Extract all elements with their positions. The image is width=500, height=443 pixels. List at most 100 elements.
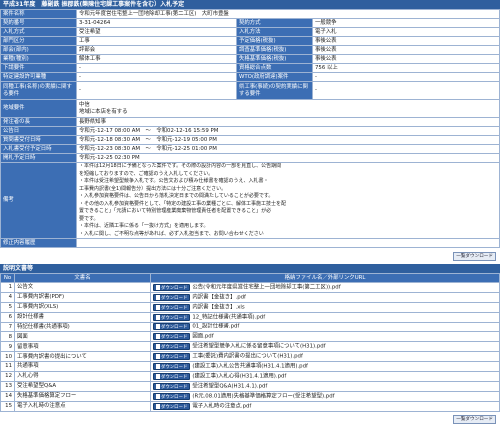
- document-icon: [156, 373, 160, 379]
- doc-file-cell: ダウンロード 公告(令和元年度県営住宅整上一団地除却工事(第二工区)).pdf: [150, 282, 500, 293]
- download-button[interactable]: ダウンロード: [153, 382, 191, 390]
- info-value: 令和元-12-25 02:30 PM: [76, 153, 500, 163]
- info-value: -: [76, 72, 237, 82]
- info-label: 開札予定日時: [0, 153, 77, 163]
- info-row: 地域要件 中信 地域に本店を有する: [0, 99, 500, 118]
- doc-no: 7: [0, 321, 15, 333]
- remarks-text: ・本件は12月18日に予備となった案件です。その際の設計内容の一部を見直し、公告…: [76, 162, 500, 239]
- download-label: ダウンロード: [161, 374, 188, 380]
- docs-table: No 文書名 格納ファイル名／外部リンクURL 1 公告文 ダウンロード 公告(令和元…: [0, 273, 500, 412]
- doc-name: 電子入札時の注意点: [14, 400, 151, 412]
- download-button[interactable]: ダウンロード: [153, 313, 191, 321]
- download-button[interactable]: ダウンロード: [153, 333, 191, 341]
- doc-file-name: 電子入札時の注意点.pdf: [192, 402, 252, 409]
- info-value: 令和元年度営住宅整上一団地除却工事(第二工区) 大町市豊盤: [76, 9, 500, 19]
- info-value: 電子入札: [312, 27, 500, 37]
- doc-row: 7 特記仕様書(共通事項) ダウンロード 01_設計仕様書.pdf: [0, 321, 500, 333]
- info-label: 入札書受付予定日時: [0, 144, 77, 154]
- info-label: 案件名称: [0, 9, 77, 19]
- info-row: 入札方式 受注希望 入札方法 電子入札: [0, 27, 500, 37]
- doc-file-cell: ダウンロード 受注希望型競争入札に係る留意事項について(H31).pdf: [150, 341, 500, 353]
- info-row: 公告日 令和元-12-17 08:00 AM ～ 令和02-12-16 15:59…: [0, 126, 500, 136]
- doc-row: 11 共通事項 ダウンロード (建設工事)入札公告共通事項(H31.4.1適用).pd…: [0, 361, 500, 373]
- remarks-label: 備考: [0, 162, 77, 239]
- list-download-button[interactable]: 一覧ダウンロード: [453, 252, 496, 262]
- info-label: 調査基準価格(税抜): [236, 45, 313, 55]
- doc-no: 13: [0, 380, 15, 392]
- info-value: 長野県知事: [76, 117, 500, 127]
- doc-file-name: (建設工事)入札心得(H31.4.1適用).pdf: [192, 373, 287, 380]
- doc-no: 8: [0, 331, 15, 343]
- remarks-line: を短縮しておりますので、ご確認のうえ入札してください。: [79, 170, 214, 177]
- doc-row: 14 失格基準価格算定フロー ダウンロード (R元.08.01適用)失格基準価格算定フ…: [0, 390, 500, 402]
- info-row: 開札予定日時 令和元-12-25 02:30 PM: [0, 153, 500, 163]
- doc-no: 11: [0, 361, 15, 373]
- info-label: 予定価格(税抜): [236, 36, 313, 46]
- info-value: 一般競争: [312, 18, 500, 28]
- info-value: 工事: [76, 36, 237, 46]
- doc-file-name: 内訳書【金抜き】.pdf: [192, 294, 246, 301]
- doc-name: 工事費内訳(XLS): [14, 301, 151, 313]
- info-row: 発注者の長 長野県知事: [0, 117, 500, 127]
- download-button[interactable]: ダウンロード: [153, 392, 191, 400]
- doc-name: 留意事項: [14, 341, 151, 353]
- document-icon: [156, 344, 160, 350]
- download-button[interactable]: ダウンロード: [153, 323, 191, 331]
- info-value: -: [312, 72, 500, 82]
- info-value: 756 以上: [312, 63, 500, 73]
- download-button[interactable]: ダウンロード: [153, 343, 191, 351]
- doc-file-name: 工事(委託)費内訳書の提出について(H31).pdf: [192, 353, 303, 360]
- document-icon: [156, 284, 160, 290]
- remarks-line: 要です。: [79, 215, 99, 222]
- remarks-line: 置できること」「元請において特別管理産業廃棄物管理責任者を配置できること」が必: [79, 208, 272, 214]
- doc-no: 14: [0, 390, 15, 402]
- info-row: 部門区分 工事 予定価格(税抜) 事後公表: [0, 36, 500, 46]
- info-row: 特定建設許可業種 - WTO(政府調達)案件 -: [0, 72, 500, 82]
- info-label: 発注者の長: [0, 117, 77, 127]
- info-value: 解体工事: [76, 54, 237, 64]
- info-label: 県工事(事続)の契約実績に関する要件: [236, 81, 313, 100]
- docs-download-bar: 一覧ダウンロード: [0, 412, 500, 426]
- doc-no: 4: [0, 291, 15, 303]
- download-button[interactable]: ダウンロード: [153, 402, 191, 410]
- doc-file-name: 受注希望型競争入札に係る留意事項について(H31).pdf: [192, 343, 326, 350]
- download-button[interactable]: ダウンロード: [153, 372, 191, 380]
- doc-file-cell: ダウンロード 内訳書【金抜き】.xls: [150, 301, 500, 313]
- col-header-file: 格納ファイル名／外部リンクURL: [150, 273, 500, 283]
- download-label: ダウンロード: [161, 384, 188, 390]
- info-label: 部門区分: [0, 36, 77, 46]
- doc-file-name: 図面.pdf: [192, 333, 214, 340]
- doc-name: 工事費内訳書(PDF): [14, 291, 151, 303]
- docs-section-title: 説明文書等: [0, 264, 500, 273]
- info-row: 契約番号 3-31-04264 契約方式 一般競争: [0, 18, 500, 28]
- info-label: 公告日: [0, 126, 77, 136]
- info-value: -: [76, 81, 237, 100]
- remarks-row: 備考 ・本件は12月18日に予備となった案件です。その際の設計内容の一部を見直し、…: [0, 162, 500, 239]
- col-header-name: 文書名: [14, 273, 151, 283]
- download-label: ダウンロード: [161, 364, 188, 370]
- download-label: ダウンロード: [161, 394, 188, 400]
- document-icon: [156, 403, 160, 409]
- doc-file-cell: ダウンロード (建設工事)入札心得(H31.4.1適用).pdf: [150, 371, 500, 382]
- download-label: ダウンロード: [161, 335, 188, 341]
- download-button[interactable]: ダウンロード: [153, 293, 191, 301]
- info-label: 業種(種別): [0, 54, 77, 64]
- download-button[interactable]: ダウンロード: [153, 353, 191, 361]
- doc-no: 9: [0, 341, 15, 353]
- download-label: ダウンロード: [161, 355, 188, 361]
- doc-file-cell: ダウンロード 01_設計仕様書.pdf: [150, 321, 500, 333]
- bid-info-table: 案件名称 令和元年度営住宅整上一団地除却工事(第二工区) 大町市豊盤 契約番号 3-3…: [0, 9, 500, 248]
- info-row: 部会(部内) 評部会 調査基準価格(税抜) 事後公表: [0, 45, 500, 55]
- download-button[interactable]: ダウンロード: [153, 362, 191, 370]
- doc-row: 12 入札心得 ダウンロード (建設工事)入札心得(H31.4.1適用).pdf: [0, 371, 500, 382]
- download-button[interactable]: ダウンロード: [153, 303, 191, 311]
- info-label: 同種工事(名称)の実績に関する要件: [0, 81, 77, 100]
- document-icon: [156, 294, 160, 300]
- info-label: 失格基準価格(税抜): [236, 54, 313, 64]
- download-label: ダウンロード: [161, 295, 188, 301]
- docs-list-download-button[interactable]: 一覧ダウンロード: [453, 414, 496, 424]
- doc-name: 工事費内訳書の提出について: [14, 351, 151, 363]
- document-icon: [156, 304, 160, 310]
- download-button[interactable]: ダウンロード: [153, 283, 191, 291]
- amend-value: [76, 238, 500, 248]
